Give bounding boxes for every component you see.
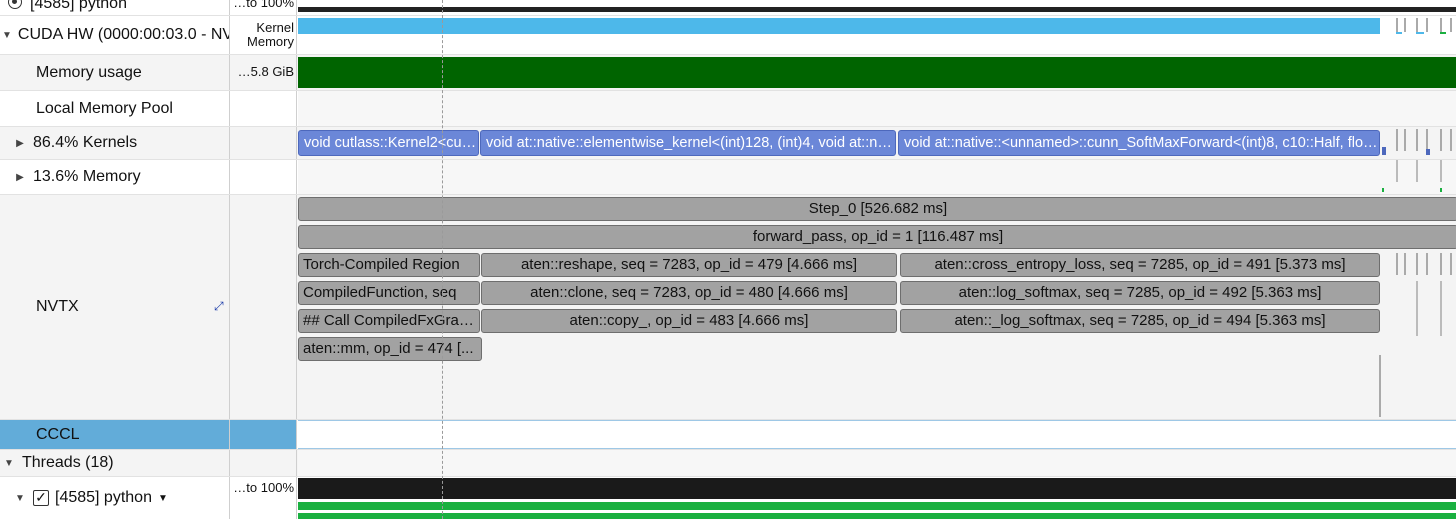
nvtx-range[interactable]: aten::clone, seq = 7283, op_id = 480 [4.…: [481, 281, 897, 305]
thread-state-bar: [298, 502, 1456, 510]
nvtx-range[interactable]: aten::log_softmax, seq = 7285, op_id = 4…: [900, 281, 1380, 305]
nvtx-range[interactable]: aten::_log_softmax, seq = 7285, op_id = …: [900, 309, 1380, 333]
expand-arrows-icon[interactable]: ⤢: [214, 299, 224, 314]
nvtx-range[interactable]: aten::cross_entropy_loss, seq = 7285, op…: [900, 253, 1380, 277]
thread-python-label: [4585] python: [55, 489, 152, 506]
cccl-row[interactable]: CCCL: [0, 420, 1456, 450]
collapse-icon[interactable]: ▼: [2, 30, 12, 41]
cccl-label: CCCL: [36, 425, 80, 443]
nvtx-range[interactable]: ## Call CompiledFxGraph: [298, 309, 480, 333]
collapse-icon[interactable]: ▼: [13, 493, 27, 504]
local-memory-pool-value: [229, 91, 297, 126]
collapse-icon[interactable]: ▼: [2, 458, 16, 469]
thread-python-row[interactable]: ▼ ✓ [4585] python ▼ …to 100%: [0, 477, 1456, 519]
kernels-timeline[interactable]: void cutlass::Kernel2<cutlass_80_tensoro…: [298, 127, 1456, 159]
cuda-hw-value: Kernel Memory: [229, 16, 297, 54]
cccl-value: [229, 420, 297, 449]
kernel-bar[interactable]: void cutlass::Kernel2<cutlass_80_tensoro…: [298, 130, 479, 156]
thread-python-value: …to 100%: [229, 477, 297, 519]
thread-activity-bar: [298, 478, 1456, 499]
kernels-row[interactable]: ▶ 86.4% Kernels void cutlass::Kernel2<cu…: [0, 127, 1456, 160]
kernel-memory-bar: [298, 18, 1380, 34]
kernel-bar[interactable]: void at::native::<unnamed>::cunn_SoftMax…: [898, 130, 1380, 156]
nvtx-range[interactable]: aten::mm, op_id = 474 [...: [298, 337, 482, 361]
threads-timeline[interactable]: [298, 450, 1456, 476]
threads-label: Threads (18): [22, 454, 114, 471]
process-label: [4585] python: [30, 0, 127, 12]
local-memory-pool-label: Local Memory Pool: [36, 99, 173, 117]
nvtx-range[interactable]: forward_pass, op_id = 1 [116.487 ms]: [298, 225, 1456, 249]
kernels-value: [229, 127, 297, 159]
memory-value: [229, 160, 297, 194]
nvtx-value: [229, 195, 297, 419]
dropdown-caret-icon[interactable]: ▼: [158, 493, 168, 504]
memory-usage-timeline[interactable]: [298, 55, 1456, 90]
cccl-timeline[interactable]: [298, 420, 1456, 449]
memory-usage-row[interactable]: Memory usage …5.8 GiB: [0, 55, 1456, 91]
memory-label: 13.6% Memory: [33, 168, 141, 185]
memory-usage-value: …5.8 GiB: [229, 55, 297, 90]
cuda-hw-label: CUDA HW (0000:00:03.0 - NV: [17, 26, 229, 43]
local-memory-pool-row[interactable]: Local Memory Pool: [0, 91, 1456, 127]
process-row[interactable]: [4585] python …to 100%: [0, 0, 1456, 16]
nvtx-label: NVTX: [36, 298, 79, 315]
memory-usage-label: Memory usage: [36, 63, 142, 81]
memory-usage-bar: [298, 57, 1456, 88]
process-timeline[interactable]: [298, 0, 1456, 15]
nvtx-range[interactable]: CompiledFunction, seq: [298, 281, 480, 305]
cuda-hw-row[interactable]: ▼ CUDA HW (0000:00:03.0 - NV Kernel Memo…: [0, 16, 1456, 55]
nvtx-range[interactable]: Torch-Compiled Region: [298, 253, 480, 277]
nvtx-timeline[interactable]: Step_0 [526.682 ms] forward_pass, op_id …: [298, 195, 1456, 419]
nvtx-range[interactable]: Step_0 [526.682 ms]: [298, 197, 1456, 221]
radio-icon[interactable]: [8, 0, 22, 9]
expand-icon[interactable]: ▶: [13, 138, 27, 149]
memory-row[interactable]: ▶ 13.6% Memory: [0, 160, 1456, 195]
kernel-bar[interactable]: void at::native::elementwise_kernel<(int…: [480, 130, 896, 156]
kernels-label: 86.4% Kernels: [33, 134, 138, 151]
thread-python-timeline[interactable]: [298, 477, 1456, 519]
cuda-hw-timeline[interactable]: [298, 16, 1456, 54]
threads-value: [229, 450, 297, 476]
process-value: …to 100%: [229, 0, 297, 15]
local-memory-pool-timeline[interactable]: [298, 91, 1456, 126]
memory-timeline[interactable]: [298, 160, 1456, 194]
nvtx-range[interactable]: aten::reshape, seq = 7283, op_id = 479 […: [481, 253, 897, 277]
threads-row[interactable]: ▼ Threads (18): [0, 450, 1456, 477]
process-activity-bar: [298, 7, 1456, 12]
expand-icon[interactable]: ▶: [13, 172, 27, 183]
nvtx-row[interactable]: NVTX ⤢ Step_0 [526.682 ms] forward_pass,…: [0, 195, 1456, 420]
checkbox-icon[interactable]: ✓: [33, 490, 49, 506]
thread-state-bar: [298, 513, 1456, 519]
nvtx-range[interactable]: aten::copy_, op_id = 483 [4.666 ms]: [481, 309, 897, 333]
